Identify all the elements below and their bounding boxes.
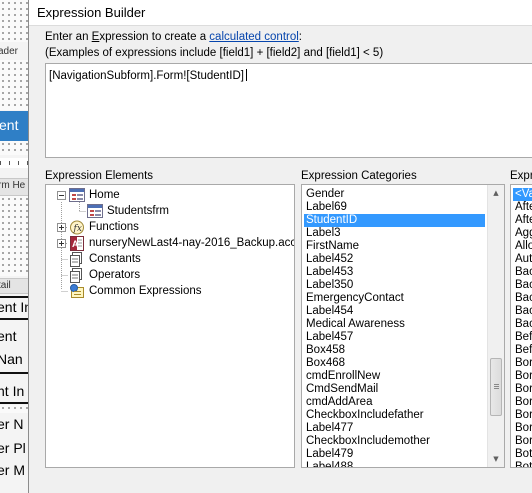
value-item[interactable]: Bor — [513, 383, 532, 396]
tree-item-operators[interactable]: Operators — [46, 268, 294, 284]
bg-fragment-3: rm He — [0, 180, 26, 191]
text-caret — [245, 69, 247, 81]
bg-fragment-4: tail — [0, 280, 11, 291]
tree-item-label: nurseryNewLast4-nay-2016_Backup.accdb — [89, 237, 295, 249]
value-item[interactable]: Afte — [513, 214, 532, 227]
bg-fragment-7: Nan — [0, 351, 23, 367]
category-item[interactable]: Label69 — [304, 201, 485, 214]
expression-values-list[interactable]: <VaAfteAfteAggAlloAutoBacBacBacBacBacBef… — [510, 184, 532, 468]
category-item[interactable]: FirstName — [304, 240, 485, 253]
tree-item-label: Studentsfrm — [107, 205, 169, 217]
category-item[interactable]: Label479 — [304, 448, 485, 461]
category-item[interactable]: Box468 — [304, 357, 485, 370]
tree-item-studentsfrm[interactable]: Studentsfrm — [46, 204, 294, 220]
form-icon — [69, 188, 85, 203]
tree-item-constants[interactable]: Constants — [46, 252, 294, 268]
category-item[interactable]: Label350 — [304, 279, 485, 292]
expression-elements-label: Expression Elements — [45, 170, 154, 182]
bg-fragment-11: er M — [0, 462, 25, 478]
tree-item-home[interactable]: Home — [46, 188, 294, 204]
category-item[interactable]: CheckboxIncludemother — [304, 435, 485, 448]
category-item[interactable]: Label477 — [304, 422, 485, 435]
tree-item-label: Operators — [89, 269, 141, 281]
bg-fragment-10: er Pl — [0, 440, 26, 456]
category-item[interactable]: Gender — [304, 188, 485, 201]
category-item[interactable]: CmdSendMail — [304, 383, 485, 396]
examples-text: (Examples of expressions include [field1… — [45, 47, 384, 59]
expression-input[interactable]: [NavigationSubform].Form![StudentID] — [45, 63, 532, 158]
tree-item-functions[interactable]: fx Functions — [46, 220, 294, 236]
bg-fragment-6: ent — [0, 328, 17, 344]
common-expressions-icon — [69, 284, 85, 299]
expression-values-label: Expr — [510, 170, 532, 182]
value-item[interactable]: Bac — [513, 305, 532, 318]
dialog-title: Expression Builder — [37, 5, 146, 20]
function-icon: fx — [69, 220, 85, 235]
value-item[interactable]: Bot — [513, 461, 532, 467]
instruction-text: Enter an Expression to create a calculat… — [45, 31, 302, 43]
svg-text:A: A — [72, 239, 79, 249]
value-item[interactable]: Bor — [513, 422, 532, 435]
scrollbar-thumb[interactable] — [490, 358, 502, 416]
tree-item-common-expressions[interactable]: Common Expressions — [46, 284, 294, 300]
category-item[interactable]: Label488 — [304, 461, 485, 467]
value-item[interactable]: Afte — [513, 201, 532, 214]
value-item[interactable]: Befo — [513, 331, 532, 344]
operators-icon — [69, 268, 85, 283]
value-item[interactable]: <Va — [513, 188, 532, 201]
tree-item-database[interactable]: A nurseryNewLast4-nay-2016_Backup.accdb — [46, 236, 294, 252]
tree-item-label: Common Expressions — [89, 285, 202, 297]
tree-item-label: Functions — [89, 221, 139, 233]
category-item[interactable]: Box458 — [304, 344, 485, 357]
tree-item-label: Home — [89, 189, 120, 201]
calculated-control-link[interactable]: calculated control — [209, 31, 299, 43]
expression-builder-dialog: Expression Builder Enter an Expression t… — [28, 0, 532, 493]
category-item[interactable]: cmdEnrollNew — [304, 370, 485, 383]
value-item[interactable]: Bor — [513, 357, 532, 370]
category-item[interactable]: Label452 — [304, 253, 485, 266]
constants-icon — [69, 252, 85, 267]
value-item[interactable]: Befo — [513, 344, 532, 357]
category-item[interactable]: StudentID — [304, 214, 485, 227]
expand-icon[interactable] — [57, 223, 66, 232]
collapse-icon[interactable] — [57, 191, 66, 200]
value-item[interactable]: Bac — [513, 292, 532, 305]
tree-item-label: Constants — [89, 253, 141, 265]
expand-icon[interactable] — [57, 239, 66, 248]
value-item[interactable]: Auto — [513, 253, 532, 266]
value-item[interactable]: Bor — [513, 370, 532, 383]
category-item[interactable]: EmergencyContact — [304, 292, 485, 305]
subform-icon — [87, 204, 103, 219]
value-item[interactable]: Bor — [513, 435, 532, 448]
bg-fragment-8: nt In — [0, 383, 25, 399]
category-item[interactable]: Label453 — [304, 266, 485, 279]
expression-value: [NavigationSubform].Form![StudentID] — [49, 70, 244, 82]
dialog-titlebar[interactable]: Expression Builder — [29, 0, 532, 26]
database-icon: A — [69, 236, 85, 251]
svg-text:fx: fx — [73, 224, 82, 234]
value-item[interactable]: Bot — [513, 448, 532, 461]
category-item[interactable]: Medical Awareness — [304, 318, 485, 331]
expression-elements-tree[interactable]: Home Studentsfrm fx Functions A nurseryN… — [45, 184, 295, 468]
category-item[interactable]: Label454 — [304, 305, 485, 318]
value-item[interactable]: Bor — [513, 409, 532, 422]
expression-categories-label: Expression Categories — [301, 170, 417, 182]
category-item[interactable]: Label457 — [304, 331, 485, 344]
category-item[interactable]: cmdAddArea — [304, 396, 485, 409]
bg-fragment-9: er N — [0, 416, 24, 432]
value-item[interactable]: Allo — [513, 240, 532, 253]
scroll-down-arrow-icon[interactable]: ▼ — [488, 451, 504, 467]
category-item[interactable]: Label3 — [304, 227, 485, 240]
value-item[interactable]: Bor — [513, 396, 532, 409]
value-item[interactable]: Bac — [513, 318, 532, 331]
bg-fragment-1: ader — [0, 46, 19, 57]
expression-categories-list[interactable]: Gender Label69 StudentID Label3 FirstName Lab… — [301, 184, 505, 468]
categories-scrollbar[interactable]: ▲ ▼ — [487, 185, 504, 467]
category-item[interactable]: CheckboxIncludefather — [304, 409, 485, 422]
value-item[interactable]: Agg — [513, 227, 532, 240]
value-item[interactable]: Bac — [513, 266, 532, 279]
value-item[interactable]: Bac — [513, 279, 532, 292]
scroll-up-arrow-icon[interactable]: ▲ — [488, 185, 504, 201]
